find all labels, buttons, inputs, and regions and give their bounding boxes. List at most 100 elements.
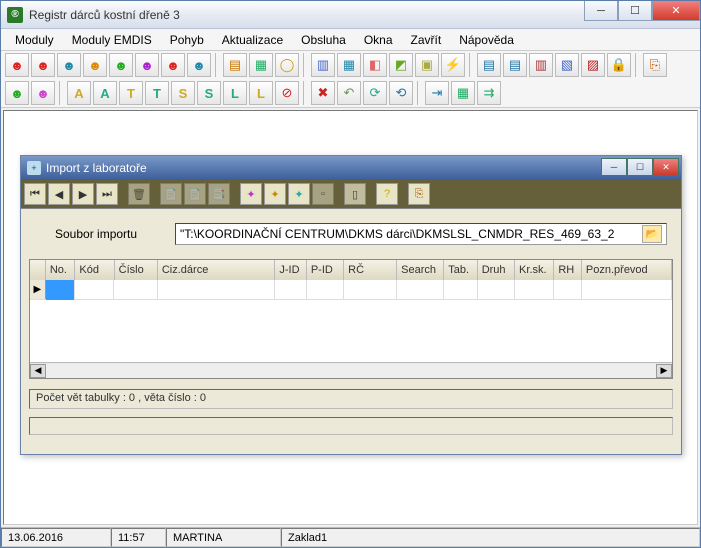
toolbar-btn-exit[interactable]: ⎘ — [643, 53, 667, 77]
toolbar-btn-16[interactable]: ▣ — [415, 53, 439, 77]
grid-cell[interactable] — [158, 280, 276, 300]
import-minimize-button[interactable]: ─ — [601, 158, 627, 176]
menu-obsluha[interactable]: Obsluha — [293, 31, 354, 49]
col-druh[interactable]: Druh — [478, 260, 515, 280]
toolbar-btn-11[interactable]: ◯ — [275, 53, 299, 77]
menu-okna[interactable]: Okna — [356, 31, 401, 49]
toolbar2-btn-18[interactable]: ⇉ — [477, 81, 501, 105]
toolbar2-btn-10[interactable]: L — [249, 81, 273, 105]
toolbar-btn-20[interactable]: ▥ — [529, 53, 553, 77]
close-button[interactable]: ✕ — [652, 1, 700, 21]
toolbar2-btn-12[interactable]: ✖ — [311, 81, 335, 105]
nav-first-button[interactable]: ⏮ — [24, 183, 46, 205]
col-rc[interactable]: RČ — [344, 260, 397, 280]
import-tb-copy3[interactable]: 📑 — [208, 183, 230, 205]
toolbar-btn-13[interactable]: ▦ — [337, 53, 361, 77]
col-pid[interactable]: P-ID — [307, 260, 344, 280]
grid-row[interactable]: ▶ — [30, 280, 672, 300]
toolbar2-btn-6[interactable]: T — [145, 81, 169, 105]
col-cislo[interactable]: Číslo — [115, 260, 158, 280]
toolbar-btn-21[interactable]: ▧ — [555, 53, 579, 77]
import-path-field[interactable]: "T:\KOORDINAČNÍ CENTRUM\DKMS dárci\DKMSL… — [175, 223, 667, 245]
toolbar2-btn-11[interactable]: ⊘ — [275, 81, 299, 105]
toolbar-btn-5[interactable]: ☻ — [109, 53, 133, 77]
toolbar-btn-9[interactable]: ▤ — [223, 53, 247, 77]
menu-pohyb[interactable]: Pohyb — [162, 31, 212, 49]
browse-button[interactable]: 📂 — [642, 225, 662, 243]
import-tb-page[interactable]: ▯ — [344, 183, 366, 205]
col-no[interactable]: No. — [46, 260, 76, 280]
toolbar2-btn-8[interactable]: S — [197, 81, 221, 105]
toolbar2-btn-5[interactable]: T — [119, 81, 143, 105]
grid-cell[interactable] — [344, 280, 397, 300]
grid-cell[interactable] — [114, 280, 157, 300]
col-jid[interactable]: J-ID — [275, 260, 306, 280]
toolbar2-btn-15[interactable]: ⟲ — [389, 81, 413, 105]
toolbar2-btn-17[interactable]: ▦ — [451, 81, 475, 105]
import-tb-f4[interactable]: ▫ — [312, 183, 334, 205]
toolbar-btn-12[interactable]: ▥ — [311, 53, 335, 77]
toolbar-btn-15[interactable]: ◩ — [389, 53, 413, 77]
toolbar2-btn-1[interactable]: ☻ — [5, 81, 29, 105]
grid-cell[interactable] — [582, 280, 672, 300]
toolbar-btn-7[interactable]: ☻ — [161, 53, 185, 77]
grid-cell[interactable] — [75, 280, 114, 300]
toolbar2-btn-13[interactable]: ↶ — [337, 81, 361, 105]
grid-cell[interactable] — [444, 280, 477, 300]
import-close-button[interactable]: ✕ — [653, 158, 679, 176]
toolbar2-btn-14[interactable]: ⟳ — [363, 81, 387, 105]
toolbar-btn-18[interactable]: ▤ — [477, 53, 501, 77]
toolbar-btn-22[interactable]: ▨ — [581, 53, 605, 77]
toolbar-btn-23[interactable]: 🔒 — [607, 53, 631, 77]
scroll-right-icon[interactable]: ▶ — [656, 364, 672, 378]
col-cizdarce[interactable]: Ciz.dárce — [158, 260, 275, 280]
toolbar2-btn-4[interactable]: A — [93, 81, 117, 105]
toolbar-btn-1[interactable]: ☻ — [5, 53, 29, 77]
import-tb-help[interactable]: ? — [376, 183, 398, 205]
grid-cell[interactable] — [397, 280, 444, 300]
import-tb-exit[interactable]: ⎘ — [408, 183, 430, 205]
toolbar-btn-4[interactable]: ☻ — [83, 53, 107, 77]
col-search[interactable]: Search — [397, 260, 444, 280]
nav-next-button[interactable]: ▶ — [72, 183, 94, 205]
toolbar2-btn-2[interactable]: ☻ — [31, 81, 55, 105]
minimize-button[interactable]: ─ — [584, 1, 618, 21]
grid-cell-selected[interactable] — [46, 280, 75, 300]
import-tb-f1[interactable]: ✦ — [240, 183, 262, 205]
toolbar2-btn-9[interactable]: L — [223, 81, 247, 105]
import-tb-f2[interactable]: ✦ — [264, 183, 286, 205]
import-tb-copy1[interactable]: 📄 — [160, 183, 182, 205]
toolbar2-btn-3[interactable]: A — [67, 81, 91, 105]
toolbar-btn-6[interactable]: ☻ — [135, 53, 159, 77]
grid-cell[interactable] — [307, 280, 344, 300]
maximize-button[interactable]: ☐ — [618, 1, 652, 21]
menu-zavrit[interactable]: Zavřít — [403, 31, 450, 49]
nav-prev-button[interactable]: ◀ — [48, 183, 70, 205]
nav-last-button[interactable]: ⏭ — [96, 183, 118, 205]
grid-cell[interactable] — [478, 280, 515, 300]
scroll-left-icon[interactable]: ◀ — [30, 364, 46, 378]
toolbar2-btn-7[interactable]: S — [171, 81, 195, 105]
toolbar-btn-2[interactable]: ☻ — [31, 53, 55, 77]
import-maximize-button[interactable]: ☐ — [627, 158, 653, 176]
col-pozn[interactable]: Pozn.převod — [582, 260, 672, 280]
toolbar-btn-14[interactable]: ◧ — [363, 53, 387, 77]
toolbar-btn-10[interactable]: ▦ — [249, 53, 273, 77]
import-tb-copy2[interactable]: 📄 — [184, 183, 206, 205]
grid-cell[interactable] — [275, 280, 306, 300]
col-krsk[interactable]: Kr.sk. — [515, 260, 554, 280]
scroll-track[interactable] — [46, 364, 656, 378]
grid-cell[interactable] — [515, 280, 554, 300]
toolbar-btn-19[interactable]: ▤ — [503, 53, 527, 77]
menu-aktualizace[interactable]: Aktualizace — [214, 31, 291, 49]
col-kod[interactable]: Kód — [75, 260, 114, 280]
menu-moduly[interactable]: Moduly — [7, 31, 62, 49]
toolbar2-btn-16[interactable]: ⇥ — [425, 81, 449, 105]
menu-napoveda[interactable]: Nápověda — [451, 31, 522, 49]
col-tab[interactable]: Tab. — [444, 260, 477, 280]
menu-moduly-emdis[interactable]: Moduly EMDIS — [64, 31, 160, 49]
grid-cell[interactable] — [554, 280, 582, 300]
import-tb-f3[interactable]: ✦ — [288, 183, 310, 205]
import-tb-delete[interactable]: 🗑 — [128, 183, 150, 205]
grid-h-scrollbar[interactable]: ◀ ▶ — [30, 362, 672, 378]
